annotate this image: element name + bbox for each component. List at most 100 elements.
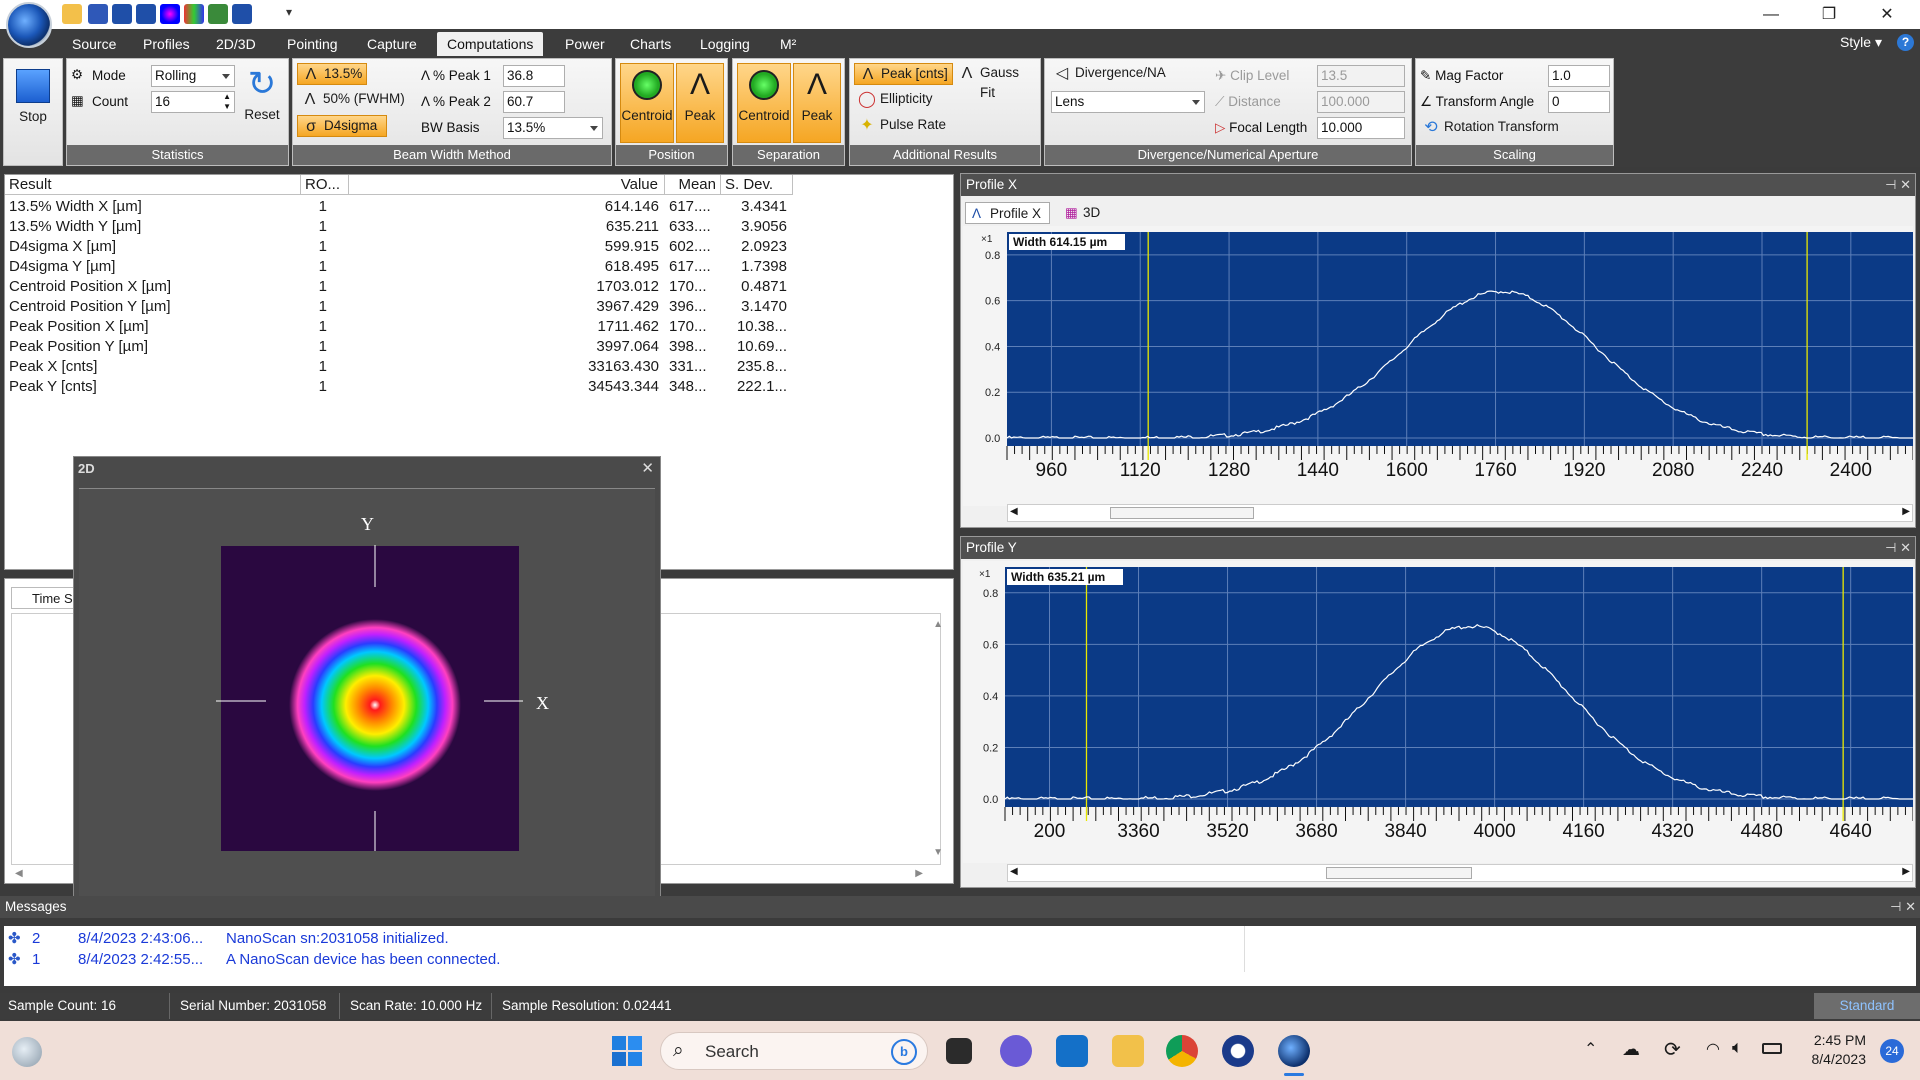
close-icon[interactable]: ✕ [1900,177,1911,192]
start-button[interactable] [612,1036,642,1066]
col-sdev[interactable]: S. Dev. [721,175,793,195]
col-mean[interactable]: Mean [665,175,721,195]
tab-capture[interactable]: Capture [357,32,427,56]
table-row[interactable]: Peak X [cnts] 1 33163.430 331... 235.8... [5,357,795,377]
profile-a-icon[interactable] [232,4,252,24]
save-icon[interactable] [88,4,108,24]
status-mode[interactable]: Standard [1814,993,1920,1019]
stop-button[interactable]: Stop [8,63,58,143]
restore-icon[interactable]: ❐ [1806,2,1852,28]
battery-icon[interactable] [1762,1043,1782,1054]
tab-m2[interactable]: M² [770,32,806,56]
close-icon[interactable]: ✕ [1900,540,1911,555]
bw-basis-select[interactable]: 13.5% [503,117,603,139]
peak1-input[interactable]: 36.8 [503,65,565,87]
mag-factor-input[interactable]: 1.0 [1548,65,1610,87]
tab-3d[interactable]: ▦ 3D [1059,202,1108,224]
table-row[interactable]: Peak Position Y [µm] 1 3997.064 398... 10.69… [5,337,795,357]
tab-profile-x[interactable]: Λ Profile X [965,202,1051,224]
table-row[interactable]: Centroid Position Y [µm] 1 3967.429 396... 3… [5,297,795,317]
open-folder-icon[interactable] [62,4,82,24]
table-row[interactable]: 13.5% Width Y [µm] 1 635.211 633.... 3.9056 [5,217,795,237]
tab-2d3d[interactable]: 2D/3D [206,32,266,56]
file-explorer-icon[interactable] [1112,1035,1144,1067]
transform-angle-input[interactable]: 0 [1548,91,1610,113]
task-view-icon[interactable] [946,1038,972,1064]
table-row[interactable]: D4sigma Y [µm] 1 618.495 617.... 1.7398 [5,257,795,277]
reset-button[interactable]: ↻ Reset [239,63,285,143]
mode-select[interactable]: Rolling [151,65,235,87]
bw-d4sigma-button[interactable]: σ D4sigma [297,115,387,137]
sync-icon[interactable]: ⟳ [1664,1037,1681,1062]
clip-level-input[interactable]: 13.5 [1317,65,1405,87]
table-row[interactable]: Peak Y [cnts] 1 34543.344 348... 222.1... [5,377,795,397]
close-icon[interactable]: ✕ [1864,2,1910,28]
scroll-right-icon[interactable]: ▶ [915,868,923,879]
minimize-icon[interactable]: — [1748,2,1794,28]
ellipticity-button[interactable]: ◯ Ellipticity [854,89,937,111]
pin-icon[interactable]: ⊣ [1890,899,1901,914]
bw-135-button[interactable]: Λ 13.5% [297,63,367,85]
tab-profiles[interactable]: Profiles [133,32,200,56]
position-peak-button[interactable]: Λ Peak [676,63,724,143]
tab-source[interactable]: Source [62,32,126,56]
notification-badge[interactable]: 24 [1880,1039,1904,1063]
window-2d-close-icon[interactable]: ✕ [641,459,654,477]
app-logo-icon[interactable] [6,2,52,48]
col-ro[interactable]: RO... [301,175,349,195]
table-row[interactable]: Centroid Position X [µm] 1 1703.012 170... 0… [5,277,795,297]
clock[interactable]: 2:45 PM 8/4/2023 [1800,1031,1867,1069]
spectrum-icon[interactable] [160,4,180,24]
nanoscan-app-icon[interactable] [1278,1035,1310,1067]
profile-y-hscroll[interactable]: ◀ ▶ [1007,864,1913,882]
teams-chat-icon[interactable] [1000,1035,1032,1067]
position-centroid-button[interactable]: Centroid [620,63,674,143]
help-icon[interactable]: ? [1897,34,1914,51]
scroll-thumb[interactable] [1110,507,1254,519]
scroll-right-icon[interactable]: ▶ [1902,506,1910,517]
tab-computations[interactable]: Computations [437,32,544,56]
chrome-icon[interactable] [1166,1035,1198,1067]
pin-icon[interactable]: ⊣ [1885,177,1896,192]
weather-icon[interactable] [12,1037,42,1067]
col-result[interactable]: Result [5,175,301,195]
tab-pointing[interactable]: Pointing [277,32,348,56]
separation-centroid-button[interactable]: Centroid [737,63,791,143]
pulse-rate-button[interactable]: ✦ Pulse Rate [854,115,950,137]
divergence-button[interactable]: ◁ Divergence/NA [1049,63,1170,85]
wifi-icon[interactable]: ◠ [1706,1039,1720,1059]
scroll-left-icon[interactable]: ◀ [1010,506,1018,517]
profile-icon[interactable] [112,4,132,24]
distance-input[interactable]: 100.000 [1317,91,1405,113]
bars-icon[interactable] [184,4,204,24]
scroll-thumb[interactable] [1326,867,1472,879]
grid-icon[interactable] [208,4,228,24]
volume-icon[interactable]: 🔈︎ [1732,1037,1743,1058]
profile-x-hscroll[interactable]: ◀ ▶ [1007,504,1913,522]
bw-fwhm-button[interactable]: Λ 50% (FWHM) [297,89,409,111]
peak2-input[interactable]: 60.7 [503,91,565,113]
scroll-left-icon[interactable]: ◀ [15,868,23,879]
message-row[interactable]: ✤ 2 8/4/2023 2:43:06... NanoScan sn:2031… [4,929,1916,949]
onedrive-icon[interactable]: ☁ [1622,1039,1640,1060]
profile-x-icon[interactable] [136,4,156,24]
message-row[interactable]: ✤ 1 8/4/2023 2:42:55... A NanoScan devic… [4,950,1916,970]
bing-icon[interactable]: b [891,1039,917,1065]
tab-logging[interactable]: Logging [690,32,760,56]
power-app-icon[interactable] [1222,1035,1254,1067]
table-row[interactable]: Peak Position X [µm] 1 1711.462 170... 10.38… [5,317,795,337]
scroll-left-icon[interactable]: ◀ [1010,866,1018,877]
tab-power[interactable]: Power [555,32,615,56]
pin-icon[interactable]: ⊣ [1885,540,1896,555]
rotation-transform-button[interactable]: ⟲ Rotation Transform [1418,117,1563,139]
tab-charts[interactable]: Charts [620,32,681,56]
outlook-icon[interactable] [1056,1035,1088,1067]
gauss-fit-button[interactable]: Λ Gauss Fit [954,63,1040,100]
taskbar-search[interactable]: ⌕ Search b [660,1032,928,1070]
close-icon[interactable]: ✕ [1905,899,1916,914]
table-row[interactable]: 13.5% Width X [µm] 1 614.146 617.... 3.4341 [5,197,795,217]
focal-length-input[interactable]: 10.000 [1317,117,1405,139]
lens-select[interactable]: Lens [1051,91,1205,113]
table-row[interactable]: D4sigma X [µm] 1 599.915 602.... 2.0923 [5,237,795,257]
scroll-right-icon[interactable]: ▶ [1902,866,1910,877]
